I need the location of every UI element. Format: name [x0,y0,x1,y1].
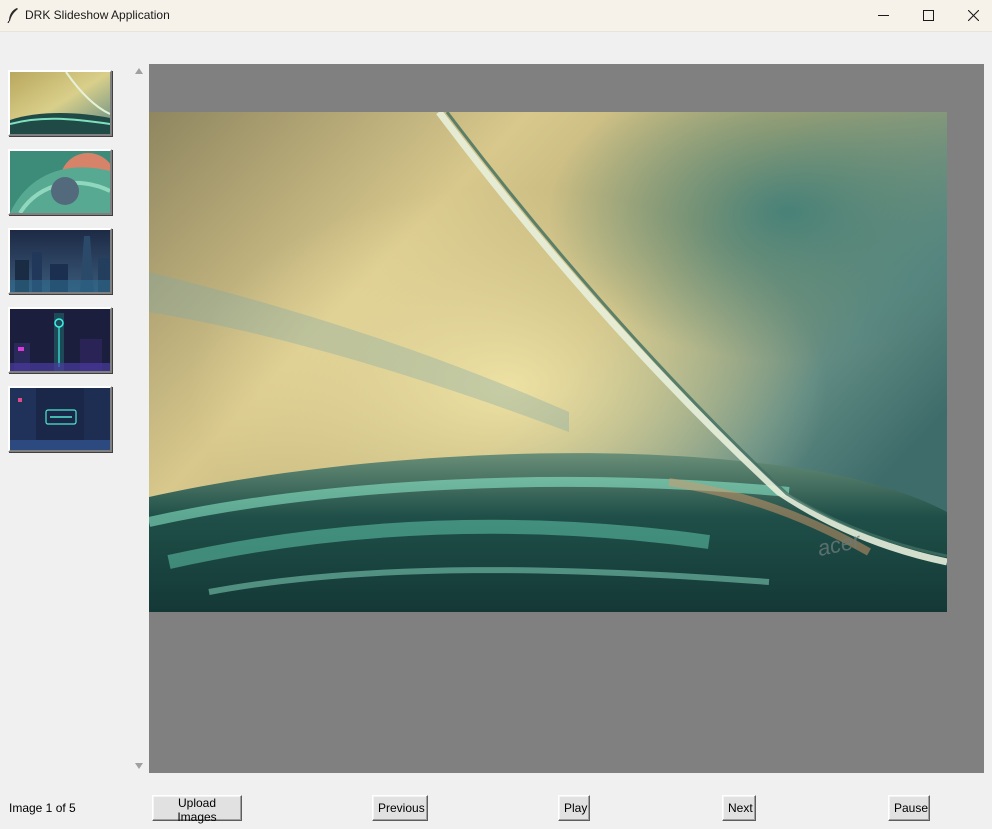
play-button[interactable]: Play [558,795,590,821]
thumbnail-1[interactable] [8,70,112,136]
previous-button[interactable]: Previous [372,795,428,821]
image-viewer: acer [149,64,984,773]
thumbnail-panel [0,32,130,772]
feather-icon [6,7,20,24]
close-icon [967,10,979,21]
image-counter-label: Image 1 of 5 [9,801,76,815]
current-image: acer [149,112,947,612]
upload-images-button[interactable]: Upload Images [152,795,242,824]
thumbnail-scrollbar[interactable] [130,64,148,774]
scroll-down-arrow-icon [135,763,143,769]
thumbnail-3[interactable] [8,228,112,294]
minimize-button[interactable] [860,0,906,31]
pause-button[interactable]: Pause [888,795,930,821]
scroll-up-arrow-icon [135,68,143,74]
next-button[interactable]: Next [722,795,756,821]
maximize-button[interactable] [905,0,951,31]
close-button[interactable] [950,0,992,31]
title-bar: DRK Slideshow Application [0,0,992,32]
thumbnail-4[interactable] [8,307,112,373]
window-title: DRK Slideshow Application [25,8,170,22]
thumbnail-5[interactable] [8,386,112,452]
minimize-icon [877,15,889,16]
thumbnail-2[interactable] [8,149,112,215]
maximize-icon [922,10,934,21]
